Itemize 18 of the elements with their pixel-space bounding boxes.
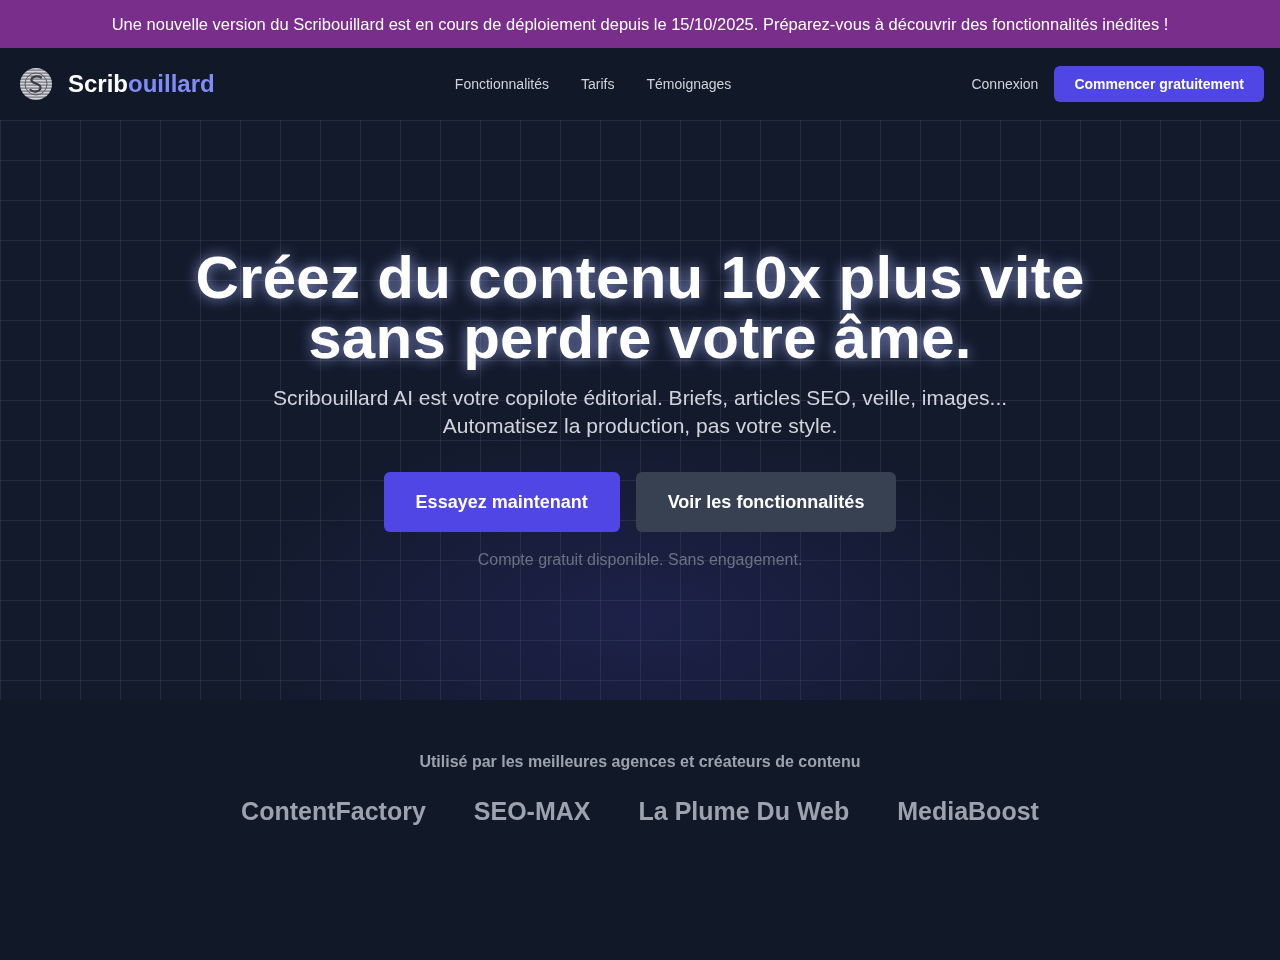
- features-button[interactable]: Voir les fonctionnalités: [635, 472, 897, 532]
- hero-title: Créez du contenu 10x plus vite sans perdre votre âme.: [194, 248, 1086, 368]
- client-logo: ContentFactory: [241, 796, 426, 827]
- hero-note: Compte gratuit disponible. Sans engagement.: [476, 550, 804, 570]
- signup-button[interactable]: Commencer gratuitement: [1054, 66, 1264, 102]
- clients-heading: Utilisé par les meilleures agences et créateurs de contenu: [419, 752, 861, 772]
- nav-link[interactable]: Témoignages: [646, 74, 732, 94]
- hero-subtitle: Scribouillard AI est votre copilote éditorial. Briefs, articles SEO, veille, images... Automatisez la production, pas votre style.: [271, 385, 1009, 439]
- login-link[interactable]: Connexion: [971, 74, 1039, 94]
- nav-link[interactable]: Fonctionnalités: [454, 74, 550, 94]
- client-logo: MediaBoost: [897, 796, 1039, 827]
- announcement-text: Une nouvelle version du Scribouillard est en cours de déploiement depuis le 15/10/2025. Préparez-vous à découvrir des fonctionnalités inédites !: [111, 13, 1169, 35]
- client-logo: SEO-MAX: [473, 796, 591, 827]
- logo-icon[interactable]: [20, 68, 52, 100]
- nav-link[interactable]: Tarifs: [581, 74, 615, 94]
- brand-name[interactable]: Scribouillard: [68, 68, 215, 100]
- client-logo: La Plume Du Web: [638, 796, 850, 827]
- try-now-button[interactable]: Essayez maintenant: [383, 472, 620, 532]
